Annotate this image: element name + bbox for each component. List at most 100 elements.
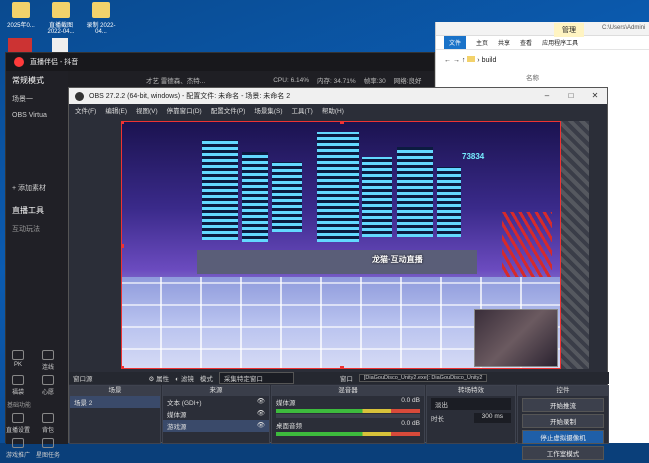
star-icon <box>42 438 54 448</box>
obs-title: OBS 27.2.2 (64-bit, windows) - 配置文件: 未命名… <box>89 93 291 100</box>
duration-row: 时长 300 ms <box>427 412 515 424</box>
tab-app-tools[interactable]: 应用程序工具 <box>542 38 578 47</box>
explorer-titlebar: 管理 C:\Users\Admini <box>436 22 649 37</box>
window-select[interactable]: [DiaGouDisco_Unity2.exe]: DiaGouDisco_Un… <box>358 374 488 382</box>
mem-stat: 内存: 34.71% <box>317 78 356 85</box>
webcam-overlay[interactable] <box>474 309 558 367</box>
tool-promo[interactable]: 游戏推广 <box>5 438 31 459</box>
app-shortcut-icon[interactable] <box>8 38 32 52</box>
resize-handle[interactable] <box>340 366 344 368</box>
menu-file[interactable]: 文件(F) <box>75 105 96 115</box>
minimize-icon[interactable]: – <box>541 90 553 102</box>
column-header-name[interactable]: 名称 <box>436 70 649 84</box>
controls-header: 控件 <box>518 386 608 396</box>
transitions-header: 转场特效 <box>427 386 515 396</box>
resize-handle[interactable] <box>122 366 124 368</box>
tab-view[interactable]: 查看 <box>520 38 532 47</box>
start-streaming-button[interactable]: 开始推流 <box>522 398 604 412</box>
game-capture[interactable]: 73834 龙猫·互动直播 <box>121 121 561 369</box>
volume-slider[interactable] <box>276 414 420 418</box>
maximize-icon[interactable]: □ <box>565 90 577 102</box>
obs-source-item[interactable]: OBS Virtua <box>6 108 68 123</box>
folder-icon <box>52 2 70 18</box>
score-display: 73834 <box>462 152 485 161</box>
net-stat: 网络:良好 <box>393 78 422 85</box>
resize-handle[interactable] <box>340 122 344 124</box>
source-item[interactable]: 游戏源 👁 <box>163 420 269 432</box>
transition-select[interactable]: 淡出 <box>431 398 511 410</box>
resize-handle[interactable] <box>122 244 124 248</box>
link-icon <box>42 350 54 360</box>
close-icon[interactable]: ✕ <box>589 90 601 102</box>
source-item[interactable]: 媒体源 👁 <box>163 408 269 420</box>
menu-help[interactable]: 帮助(H) <box>322 105 344 115</box>
controls-panel: 控件 开始推流 开始录制 停止虚拟摄像机 工作室模式 <box>517 385 609 460</box>
menu-edit[interactable]: 编辑(E) <box>105 105 127 115</box>
stop-virtual-camera-button[interactable]: 停止虚拟摄像机 <box>522 430 604 444</box>
desktop-icon[interactable]: 2025年0... <box>6 2 36 35</box>
capture-mode-select[interactable]: 采集特定窗口 <box>218 372 294 384</box>
mode-label: 模式 <box>199 376 213 383</box>
led-tower <box>362 157 392 237</box>
file-icon[interactable] <box>52 38 68 52</box>
settings-icon <box>12 413 24 423</box>
menu-scene-collection[interactable]: 场景集(S) <box>254 105 282 115</box>
resize-handle[interactable] <box>122 122 124 124</box>
sources-header: 来源 <box>163 386 269 396</box>
source-item[interactable]: 文本 (GDI+) 👁 <box>163 396 269 408</box>
live-header: 直播伴侣 - 抖音 <box>6 53 434 71</box>
obs-menubar: 文件(F) 编辑(E) 视图(V) 停靠窗口(D) 配置文件(P) 场景集(S)… <box>69 104 607 116</box>
properties-button[interactable]: ⚙ 属性 <box>149 373 170 383</box>
menu-docks[interactable]: 停靠窗口(D) <box>167 105 202 115</box>
tab-share[interactable]: 共享 <box>498 38 510 47</box>
source-toolbar: 窗口源 ⚙ 属性 ◐ 滤镜 模式 采集特定窗口 窗口 [DiaGouDisco_… <box>69 372 609 384</box>
folder-icon <box>467 56 476 62</box>
tools-heading: 直播工具 <box>12 206 44 215</box>
live-title: 直播伴侣 - 抖音 <box>30 59 79 66</box>
menu-tools[interactable]: 工具(T) <box>292 105 313 115</box>
tool-pk[interactable]: PK <box>5 350 31 371</box>
desktop-icon[interactable]: 直播截图 2022-04... <box>46 2 76 35</box>
mixer-header: 混音器 <box>272 386 424 396</box>
duration-input[interactable]: 300 ms <box>473 413 511 423</box>
tool-link[interactable]: 连线 <box>35 350 61 371</box>
tool-tasks[interactable]: 星图任务 <box>35 438 61 459</box>
volume-meter <box>276 432 420 436</box>
folder-icon <box>12 2 30 18</box>
desktop-icon[interactable]: 录制 2022-04... <box>86 2 116 35</box>
start-recording-button[interactable]: 开始录制 <box>522 414 604 428</box>
add-source-button[interactable]: + 添加素材 <box>6 179 68 197</box>
menu-profile[interactable]: 配置文件(P) <box>211 105 246 115</box>
eye-icon[interactable]: 👁 <box>257 409 265 419</box>
explorer-ribbon: 文件 主页 共享 查看 应用程序工具 <box>436 36 649 50</box>
scenes-header: 场景 <box>70 386 160 396</box>
menu-view[interactable]: 视图(V) <box>136 105 158 115</box>
transitions-panel: 转场特效 淡出 时长 300 ms <box>426 385 516 444</box>
scene-item[interactable]: 场景 2 <box>70 396 160 408</box>
tool-backpack[interactable]: 背包 <box>35 413 61 434</box>
tab-file[interactable]: 文件 <box>444 36 467 49</box>
manage-tab[interactable]: 管理 <box>554 23 584 37</box>
fps-stat: 帧率:30 <box>363 78 386 85</box>
tool-settings[interactable]: 直播设置 <box>5 413 31 434</box>
eye-icon[interactable]: 👁 <box>257 421 265 431</box>
tool-gift[interactable]: 福袋 <box>5 375 31 396</box>
volume-meter <box>276 409 420 413</box>
tab-home[interactable]: 主页 <box>476 38 488 47</box>
mode-label[interactable]: 常规模式 <box>6 71 68 90</box>
preview-overflow <box>561 121 589 369</box>
scenes-panel: 场景 场景 2 <box>69 385 161 444</box>
led-tower <box>397 147 433 237</box>
led-tower <box>272 162 302 232</box>
app-logo-icon <box>14 57 24 67</box>
obs-preview[interactable]: 73834 龙猫·互动直播 <box>121 121 589 369</box>
sources-panel: 来源 文本 (GDI+) 👁 媒体源 👁 游戏源 👁 <box>162 385 270 444</box>
tool-wish[interactable]: 心愿 <box>35 375 61 396</box>
filters-button[interactable]: ◐ 滤镜 <box>175 373 194 383</box>
eye-icon[interactable]: 👁 <box>257 397 265 407</box>
desktop-icons: 2025年0... 直播截图 2022-04... 录制 2022-04... <box>6 2 116 35</box>
studio-mode-button[interactable]: 工作室模式 <box>522 446 604 460</box>
explorer-addressbar[interactable]: ← → ↑ › build <box>436 50 649 70</box>
scene-select[interactable]: 场景一 <box>6 90 68 108</box>
mixer-channel: 桌面音频 0.0 dB <box>276 420 420 430</box>
